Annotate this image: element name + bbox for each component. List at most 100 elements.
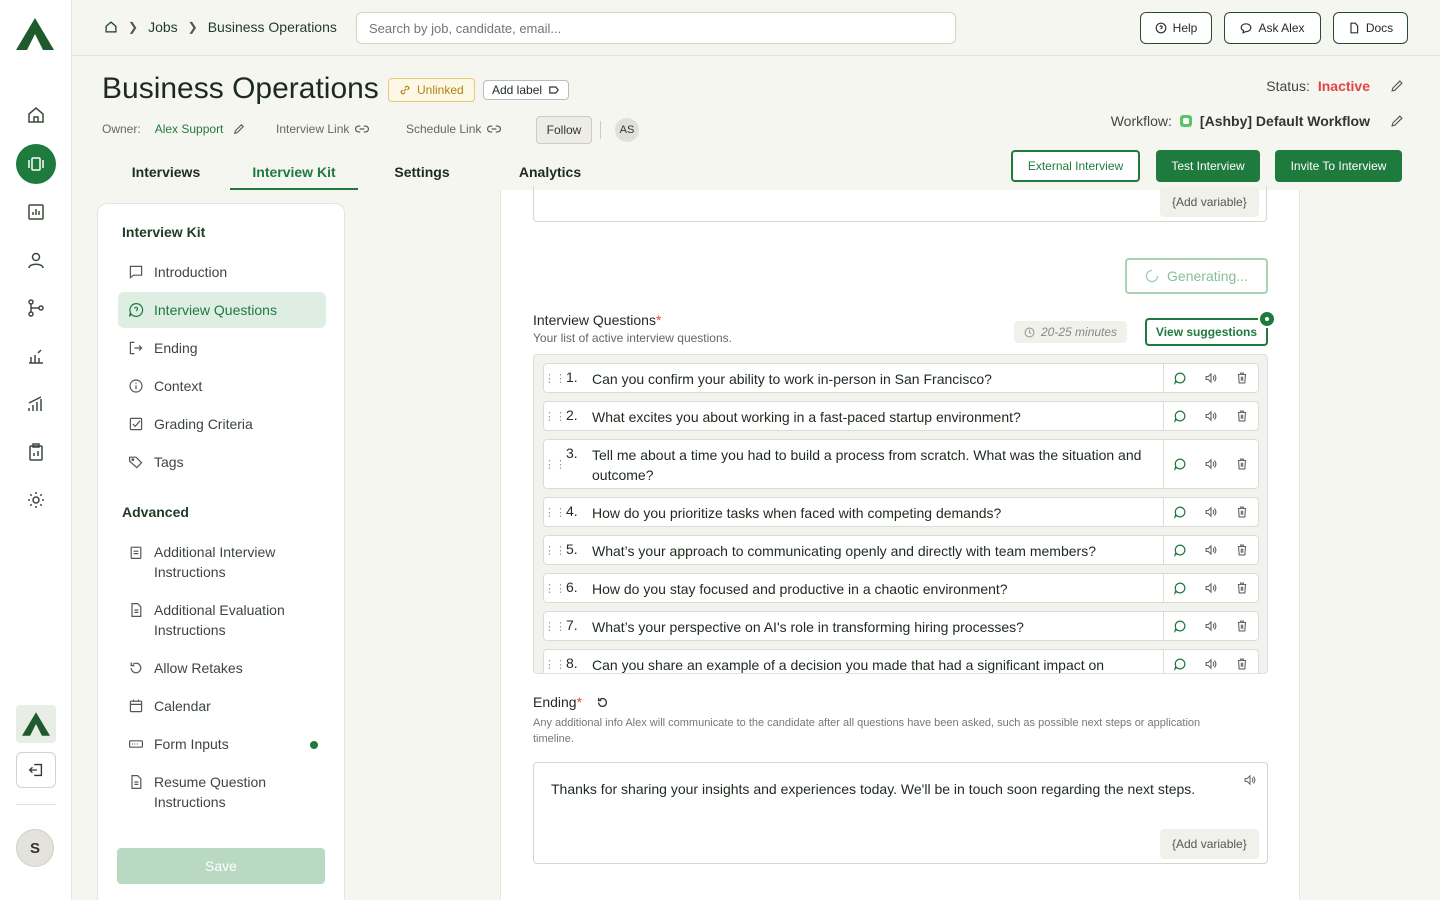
sidebar-item-interview-questions[interactable]: Interview Questions <box>118 292 326 328</box>
speaker-icon[interactable] <box>1204 657 1218 671</box>
chat-icon[interactable] <box>1173 581 1187 595</box>
sidebar-item-additional-interview-instructions[interactable]: Additional Interview Instructions <box>118 534 326 590</box>
trash-icon[interactable] <box>1235 505 1249 519</box>
tab-interview-kit[interactable]: Interview Kit <box>230 154 358 190</box>
invite-to-interview-button[interactable]: Invite To Interview <box>1275 150 1402 182</box>
chat-icon[interactable] <box>1173 371 1187 385</box>
chat-icon[interactable] <box>1173 505 1187 519</box>
external-interview-button[interactable]: External Interview <box>1011 150 1140 182</box>
speaker-icon[interactable] <box>1204 581 1218 595</box>
app-logo[interactable] <box>16 18 54 50</box>
sidebar-item-grading-criteria[interactable]: Grading Criteria <box>118 406 326 442</box>
logout-icon[interactable] <box>16 752 56 788</box>
drag-handle-icon[interactable]: ⋮⋮ <box>544 440 566 488</box>
question-row[interactable]: ⋮⋮ 4. How do you prioritize tasks when fac… <box>543 497 1259 527</box>
pencil-icon[interactable] <box>1390 114 1404 128</box>
question-text[interactable]: How do you prioritize tasks when faced w… <box>592 498 1163 526</box>
reports-icon[interactable] <box>16 192 56 232</box>
trash-icon[interactable] <box>1235 657 1249 671</box>
question-text[interactable]: Tell me about a time you had to build a … <box>592 440 1163 488</box>
sidebar-item-calendar[interactable]: Calendar <box>118 688 326 724</box>
question-text[interactable]: What excites you about working in a fast… <box>592 402 1163 430</box>
question-row[interactable]: ⋮⋮ 7. What’s your perspective on AI's role… <box>543 611 1259 641</box>
trash-icon[interactable] <box>1235 581 1249 595</box>
docs-button[interactable]: Docs <box>1333 12 1408 44</box>
chat-icon[interactable] <box>1173 619 1187 633</box>
speaker-icon[interactable] <box>1204 457 1218 471</box>
home-icon[interactable] <box>104 20 118 34</box>
gear-icon[interactable] <box>16 480 56 520</box>
ask-alex-button[interactable]: Ask Alex <box>1224 12 1321 44</box>
tab-interviews[interactable]: Interviews <box>102 154 230 190</box>
home-icon[interactable] <box>16 95 56 135</box>
analytics-icon[interactable] <box>16 384 56 424</box>
trash-icon[interactable] <box>1235 409 1249 423</box>
question-text[interactable]: What’s your approach to communicating op… <box>592 536 1163 564</box>
sidebar-item-form-inputs[interactable]: Form Inputs <box>118 726 326 762</box>
ending-textarea[interactable]: Thanks for sharing your insights and exp… <box>533 762 1268 864</box>
tab-settings[interactable]: Settings <box>358 154 486 190</box>
view-suggestions-button[interactable]: View suggestions <box>1145 310 1276 346</box>
question-row[interactable]: ⋮⋮ 5. What’s your approach to communicatin… <box>543 535 1259 565</box>
question-row[interactable]: ⋮⋮ 1. Can you confirm your ability to work… <box>543 363 1259 393</box>
workflow-icon[interactable] <box>16 288 56 328</box>
integrations-icon[interactable] <box>16 336 56 376</box>
introduction-textarea[interactable] <box>533 186 1267 222</box>
interview-link[interactable]: Interview Link <box>276 122 370 136</box>
drag-handle-icon[interactable]: ⋮⋮ <box>544 536 566 564</box>
drag-handle-icon[interactable]: ⋮⋮ <box>544 650 566 673</box>
question-row[interactable]: ⋮⋮ 3. Tell me about a time you had to buil… <box>543 439 1259 489</box>
sidebar-item-additional-evaluation-instructions[interactable]: Additional Evaluation Instructions <box>118 592 326 648</box>
pencil-icon[interactable] <box>1390 79 1404 93</box>
question-row[interactable]: ⋮⋮ 2. What excites you about working in a … <box>543 401 1259 431</box>
pencil-icon[interactable] <box>233 123 245 135</box>
test-interview-button[interactable]: Test Interview <box>1156 150 1260 182</box>
add-label-button[interactable]: Add label <box>483 80 570 100</box>
drag-handle-icon[interactable]: ⋮⋮ <box>544 364 566 392</box>
breadcrumb-jobs[interactable]: Jobs <box>148 19 178 35</box>
clipboard-icon[interactable] <box>16 432 56 472</box>
sidebar-item-allow-retakes[interactable]: Allow Retakes <box>118 650 326 686</box>
follower-avatar[interactable]: AS <box>615 118 639 142</box>
schedule-link[interactable]: Schedule Link <box>406 122 502 136</box>
unlinked-badge[interactable]: Unlinked <box>388 78 475 102</box>
trash-icon[interactable] <box>1235 457 1249 471</box>
drag-handle-icon[interactable]: ⋮⋮ <box>544 498 566 526</box>
chat-icon[interactable] <box>1173 657 1187 671</box>
speaker-icon[interactable] <box>1204 619 1218 633</box>
drag-handle-icon[interactable]: ⋮⋮ <box>544 574 566 602</box>
refresh-icon[interactable] <box>596 696 609 709</box>
sidebar-item-introduction[interactable]: Introduction <box>118 254 326 290</box>
drag-handle-icon[interactable]: ⋮⋮ <box>544 402 566 430</box>
add-variable-button[interactable]: {Add variable} <box>1160 187 1259 217</box>
help-button[interactable]: Help <box>1140 12 1212 44</box>
question-text[interactable]: What’s your perspective on AI's role in … <box>592 612 1163 640</box>
trash-icon[interactable] <box>1235 619 1249 633</box>
sidebar-item-tags[interactable]: Tags <box>118 444 326 480</box>
user-avatar[interactable]: S <box>16 829 54 867</box>
search-input[interactable] <box>356 12 956 44</box>
person-icon[interactable] <box>16 240 56 280</box>
tab-analytics[interactable]: Analytics <box>486 154 614 190</box>
trash-icon[interactable] <box>1235 371 1249 385</box>
question-text[interactable]: How do you stay focused and productive i… <box>592 574 1163 602</box>
trash-icon[interactable] <box>1235 543 1249 557</box>
sidebar-item-ending[interactable]: Ending <box>118 330 326 366</box>
question-text[interactable]: Can you confirm your ability to work in-… <box>592 364 1163 392</box>
add-variable-button[interactable]: {Add variable} <box>1160 829 1259 859</box>
speaker-icon[interactable] <box>1243 773 1257 787</box>
speaker-icon[interactable] <box>1204 505 1218 519</box>
sidebar-item-context[interactable]: Context <box>118 368 326 404</box>
owner-value[interactable]: Alex Support <box>155 122 224 136</box>
sidebar-item-resume-question-instructions[interactable]: Resume Question Instructions <box>118 764 326 820</box>
chat-icon[interactable] <box>1173 457 1187 471</box>
follow-button[interactable]: Follow <box>536 116 592 144</box>
company-logo[interactable] <box>16 705 56 743</box>
question-row[interactable]: ⋮⋮ 8. Can you share an example of a decisi… <box>543 649 1259 673</box>
speaker-icon[interactable] <box>1204 409 1218 423</box>
save-button[interactable]: Save <box>117 848 325 884</box>
chat-icon[interactable] <box>1173 543 1187 557</box>
question-row[interactable]: ⋮⋮ 6. How do you stay focused and producti… <box>543 573 1259 603</box>
generating-button[interactable]: Generating... <box>1125 258 1268 294</box>
speaker-icon[interactable] <box>1204 543 1218 557</box>
